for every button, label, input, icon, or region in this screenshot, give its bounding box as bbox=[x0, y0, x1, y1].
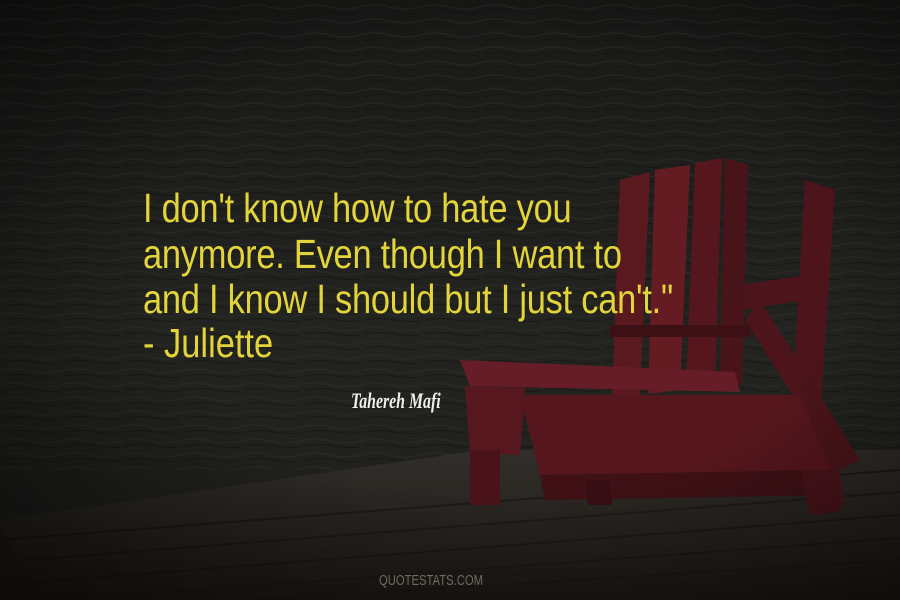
quote-text: I don't know how to hate you anymore. Ev… bbox=[143, 185, 714, 323]
quote-image: I don't know how to hate you anymore. Ev… bbox=[0, 0, 900, 600]
quote-attribution: - Juliette bbox=[143, 320, 274, 366]
quote-line: and I know I should but I just can't." bbox=[143, 276, 673, 322]
author-name: Tahereh Mafi bbox=[351, 388, 441, 413]
quote-line: I don't know how to hate you bbox=[143, 185, 572, 231]
watermark: QUOTESTATS.COM bbox=[379, 572, 483, 589]
quote-line: anymore. Even though I want to bbox=[143, 230, 622, 277]
